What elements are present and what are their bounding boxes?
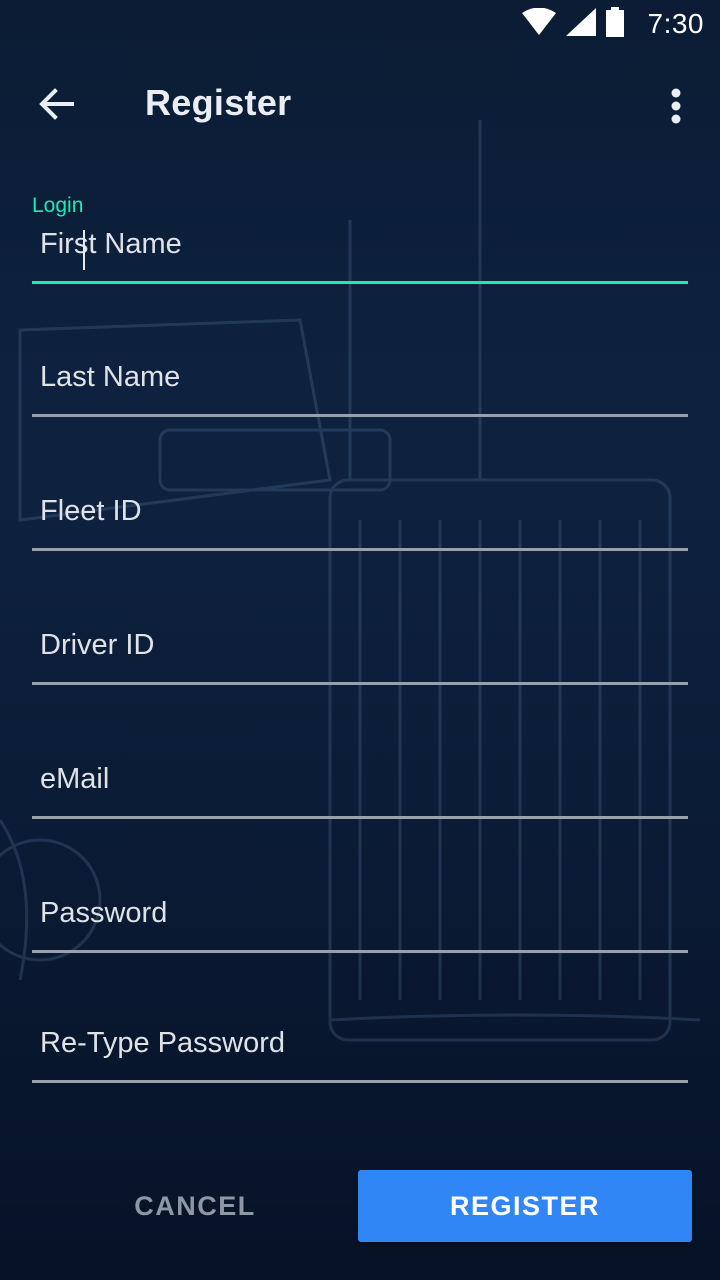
battery-icon	[605, 6, 624, 42]
driver-id-input[interactable]	[32, 617, 688, 673]
retype-password-input[interactable]	[32, 1015, 688, 1071]
last-name-field	[32, 337, 688, 417]
signal-icon	[565, 7, 596, 41]
arrow-left-icon	[38, 87, 74, 125]
status-bar: 7:30	[0, 0, 720, 48]
first-name-input[interactable]	[32, 216, 688, 272]
form-actions: CANCEL REGISTER	[0, 1170, 720, 1242]
email-field	[32, 739, 688, 819]
retype-password-underline	[32, 1080, 688, 1083]
register-screen: 7:30 Register Login First Name Last Name…	[0, 0, 720, 1280]
email-underline	[32, 816, 688, 819]
status-icons: 7:30	[521, 6, 705, 42]
page-title: Register	[145, 82, 292, 123]
back-button[interactable]	[24, 78, 88, 134]
fleet-id-field	[32, 471, 688, 551]
fleet-id-underline	[32, 548, 688, 551]
more-vert-icon	[670, 88, 682, 129]
retype-password-field	[32, 1003, 688, 1083]
driver-id-field	[32, 605, 688, 685]
cancel-button[interactable]: CANCEL	[100, 1170, 290, 1242]
last-name-underline	[32, 414, 688, 417]
more-options-button[interactable]	[656, 80, 696, 136]
fleet-id-input[interactable]	[32, 483, 688, 539]
app-bar: Register	[0, 56, 720, 156]
wifi-icon	[521, 7, 556, 41]
last-name-input[interactable]	[32, 349, 688, 405]
password-underline	[32, 950, 688, 953]
text-cursor	[83, 230, 85, 270]
driver-id-underline	[32, 682, 688, 685]
register-button[interactable]: REGISTER	[358, 1170, 692, 1242]
first-name-float-label: Login	[32, 194, 84, 217]
email-input[interactable]	[32, 751, 688, 807]
status-time: 7:30	[647, 8, 704, 39]
password-field	[32, 873, 688, 953]
first-name-underline	[32, 281, 688, 284]
first-name-field: Login	[32, 194, 688, 284]
password-input[interactable]	[32, 885, 688, 941]
